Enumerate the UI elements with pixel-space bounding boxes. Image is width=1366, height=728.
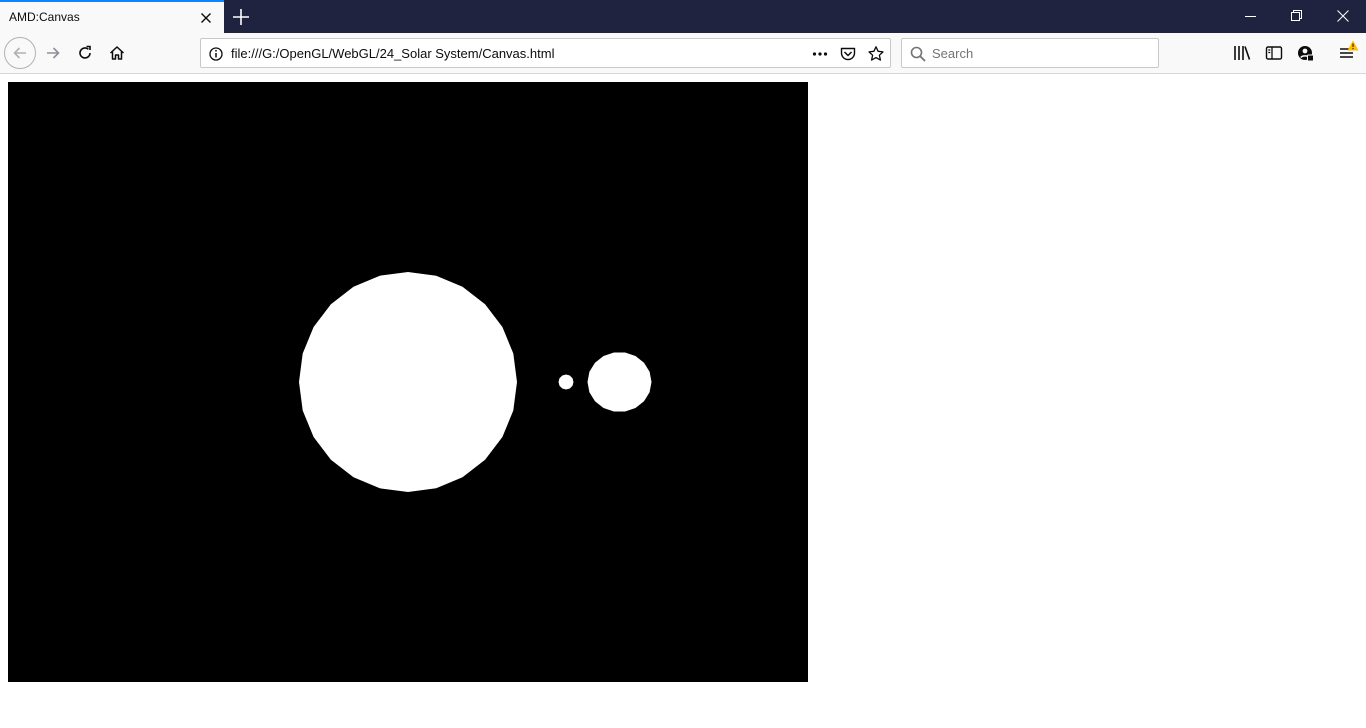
star-icon[interactable] — [867, 45, 885, 63]
search-input[interactable] — [932, 44, 1152, 62]
earth-body — [587, 352, 652, 412]
search-bar[interactable] — [901, 38, 1159, 68]
search-icon — [909, 45, 927, 63]
tab-amd-canvas[interactable]: AMD:Canvas — [0, 0, 224, 33]
navigation-toolbar: file:///G:/OpenGL/WebGL/24_Solar System/… — [0, 33, 1366, 74]
title-bar: AMD:Canvas — [0, 0, 1366, 33]
back-button[interactable] — [4, 37, 36, 69]
account-button[interactable] — [1291, 38, 1321, 68]
arrow-right-icon — [47, 47, 60, 59]
url-bar[interactable]: file:///G:/OpenGL/WebGL/24_Solar System/… — [200, 38, 891, 68]
close-icon[interactable] — [197, 9, 215, 27]
solar-system-scene — [299, 272, 652, 492]
restore-icon — [1291, 10, 1302, 21]
restore-button[interactable] — [1274, 0, 1320, 33]
webgl-canvas[interactable] — [8, 82, 808, 682]
pocket-icon[interactable] — [839, 45, 857, 63]
forward-button[interactable] — [38, 38, 68, 68]
close-icon — [1337, 10, 1349, 22]
minimize-button[interactable] — [1228, 0, 1274, 33]
browser-window: AMD:Canvas file:///G:/OpenGL/WebGL/24_So… — [0, 0, 1366, 728]
tab-title: AMD:Canvas — [9, 10, 80, 24]
home-icon — [109, 46, 125, 60]
account-icon — [1298, 46, 1314, 62]
new-tab-button[interactable] — [229, 5, 253, 29]
page-content — [0, 74, 1366, 728]
sidebar-button[interactable] — [1259, 38, 1289, 68]
menu-button[interactable] — [1333, 38, 1363, 68]
info-icon[interactable] — [207, 45, 225, 63]
library-button[interactable] — [1227, 38, 1257, 68]
sun-body — [299, 272, 517, 492]
arrow-left-icon — [13, 47, 26, 59]
sidebar-icon — [1265, 46, 1283, 60]
library-icon — [1234, 46, 1251, 60]
plus-icon — [233, 9, 249, 25]
warning-icon — [1347, 40, 1359, 51]
moon-body — [558, 374, 574, 390]
reload-button[interactable] — [70, 38, 100, 68]
home-button[interactable] — [102, 38, 132, 68]
close-window-button[interactable] — [1320, 0, 1366, 33]
more-icon[interactable] — [811, 45, 829, 63]
url-text[interactable]: file:///G:/OpenGL/WebGL/24_Solar System/… — [231, 46, 554, 61]
reload-icon — [79, 45, 91, 59]
minimize-icon — [1245, 16, 1256, 17]
